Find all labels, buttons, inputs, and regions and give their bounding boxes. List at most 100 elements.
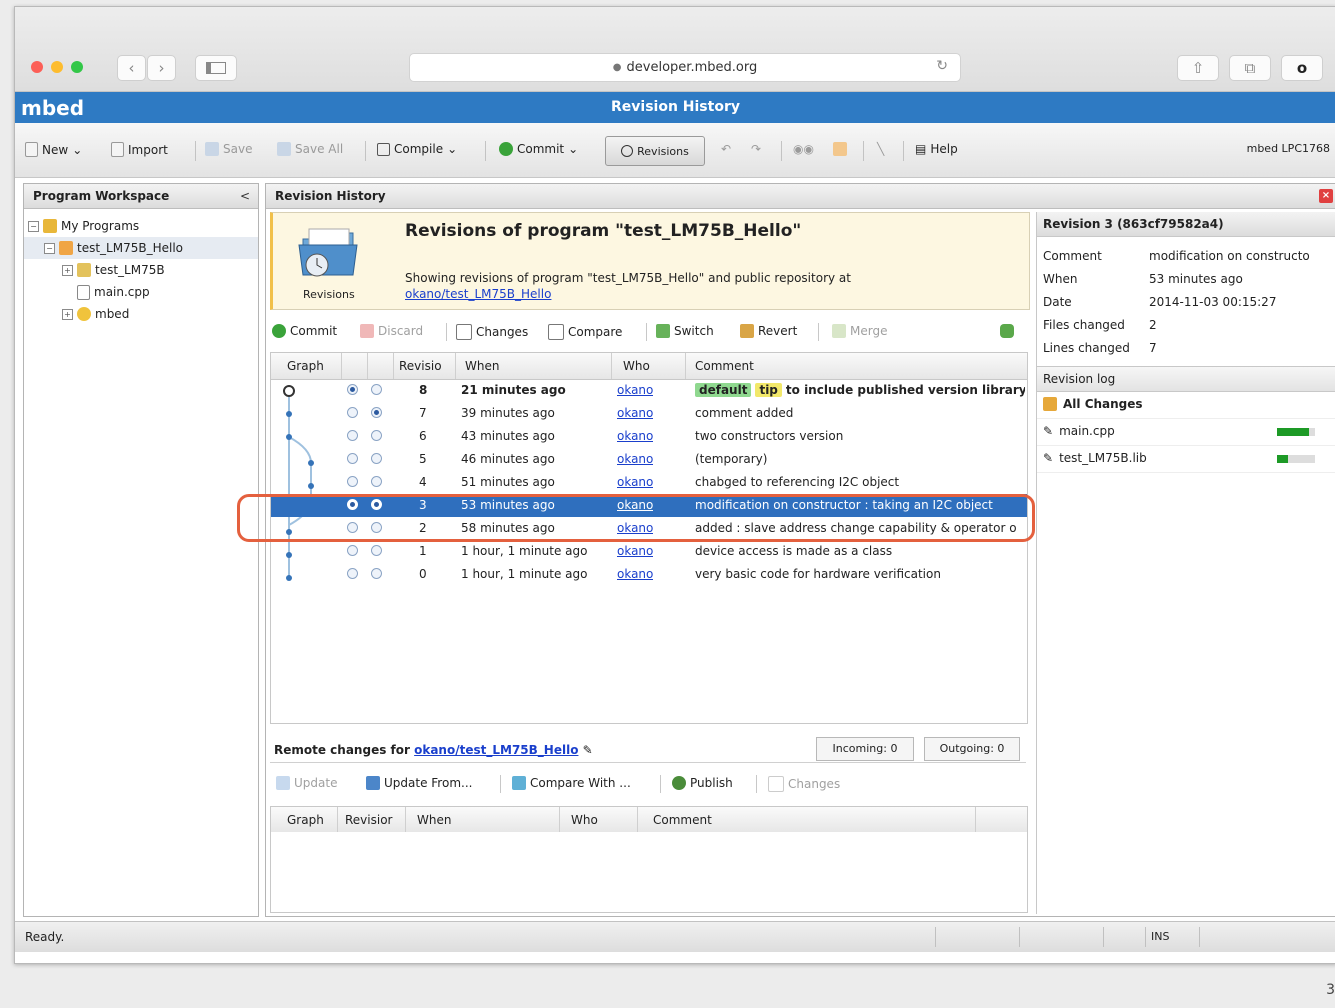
remote-repository-link[interactable]: okano/test_LM75B_Hello (414, 743, 578, 757)
new-button[interactable]: New ⌄ (25, 142, 82, 157)
redo-button[interactable]: ↷ (751, 142, 761, 156)
compare-radio-a[interactable] (347, 384, 358, 395)
forward-button[interactable]: › (147, 55, 176, 81)
column-revision[interactable]: Revisio (399, 359, 442, 373)
compare-with-button[interactable]: Compare With ... (512, 776, 631, 790)
collapse-workspace-button[interactable]: < (240, 184, 250, 208)
compare-radio-a[interactable] (347, 476, 358, 487)
back-button[interactable]: ‹ (117, 55, 146, 81)
revision-author-link[interactable]: okano (617, 498, 653, 512)
revision-row[interactable]: 4 51 minutes ago okano chabged to referenci… (271, 471, 1027, 494)
revision-row[interactable]: 8 21 minutes ago okano default tip to include… (271, 379, 1027, 402)
tree-item-program[interactable]: − test_LM75B_Hello (24, 237, 258, 259)
remote-changes-button[interactable]: Changes (768, 776, 840, 792)
compare-radio-b[interactable] (371, 430, 382, 441)
save-all-button[interactable]: Save All (277, 142, 343, 156)
reload-icon[interactable]: ↻ (936, 58, 948, 74)
zoom-window-button[interactable] (71, 61, 83, 73)
column-comment[interactable]: Comment (695, 359, 754, 373)
compile-button[interactable]: Compile ⌄ (377, 142, 457, 156)
log-item-file[interactable]: ✎ test_LM75B.lib (1037, 446, 1335, 473)
revision-author-link[interactable]: okano (617, 567, 653, 581)
undo-button[interactable]: ↶ (721, 142, 731, 156)
log-item-all-changes[interactable]: All Changes (1037, 392, 1335, 419)
compare-button[interactable]: Compare (548, 324, 622, 340)
revision-author-link[interactable]: okano (617, 429, 653, 443)
commit-revision-button[interactable]: Commit (272, 324, 337, 338)
revision-row[interactable]: 7 39 minutes ago okano comment added (271, 402, 1027, 425)
remote-column-when[interactable]: When (417, 813, 451, 827)
revision-author-link[interactable]: okano (617, 475, 653, 489)
compare-radio-b[interactable] (371, 545, 382, 556)
tree-item-library[interactable]: + test_LM75B (24, 259, 258, 281)
remote-column-revision[interactable]: Revisior (345, 813, 392, 827)
commit-button[interactable]: Commit ⌄ (499, 142, 578, 156)
compare-radio-b[interactable] (371, 407, 382, 418)
tree-item-my-programs[interactable]: − My Programs (24, 215, 258, 237)
compare-radio-a[interactable] (347, 499, 358, 510)
compare-radio-a[interactable] (347, 568, 358, 579)
compare-radio-b[interactable] (371, 499, 382, 510)
column-when[interactable]: When (465, 359, 499, 373)
update-button[interactable]: Update (276, 776, 337, 790)
merge-button[interactable]: Merge (832, 324, 887, 338)
pencil-icon[interactable]: ✎ (583, 743, 593, 757)
remote-column-comment[interactable]: Comment (653, 813, 712, 827)
find-button[interactable]: ◉◉ (793, 142, 814, 156)
expand-icon[interactable]: + (62, 308, 73, 320)
format-button[interactable] (833, 142, 847, 156)
compare-radio-a[interactable] (347, 430, 358, 441)
repository-link[interactable]: okano/test_LM75B_Hello (405, 287, 551, 301)
revision-author-link[interactable]: okano (617, 544, 653, 558)
sidebar-toggle-button[interactable] (195, 55, 237, 81)
refresh-button[interactable] (1000, 324, 1014, 338)
revision-author-link[interactable]: okano (617, 383, 653, 397)
update-from-button[interactable]: Update From... (366, 776, 472, 790)
target-device[interactable]: mbed LPC1768 (1247, 142, 1330, 155)
discard-button[interactable]: Discard (360, 324, 423, 338)
tabs-button[interactable]: ⧉ (1229, 55, 1271, 81)
compare-radio-a[interactable] (347, 453, 358, 464)
share-button[interactable]: ⇧ (1177, 55, 1219, 81)
tree-item-file[interactable]: main.cpp (24, 281, 258, 303)
compare-radio-b[interactable] (371, 476, 382, 487)
close-window-button[interactable] (31, 61, 43, 73)
remote-column-who[interactable]: Who (571, 813, 598, 827)
changes-button[interactable]: Changes (456, 324, 528, 340)
revert-button[interactable]: Revert (740, 324, 797, 338)
close-panel-button[interactable]: × (1319, 189, 1333, 203)
expand-icon[interactable]: + (62, 264, 73, 276)
switch-button[interactable]: Switch (656, 324, 714, 338)
column-graph[interactable]: Graph (287, 359, 324, 373)
compare-radio-b[interactable] (371, 453, 382, 464)
compare-radio-a[interactable] (347, 407, 358, 418)
save-button[interactable]: Save (205, 142, 252, 156)
compare-radio-a[interactable] (347, 522, 358, 533)
revision-author-link[interactable]: okano (617, 406, 653, 420)
revision-author-link[interactable]: okano (617, 452, 653, 466)
revision-row[interactable]: 5 46 minutes ago okano (temporary) (271, 448, 1027, 471)
extension-button[interactable]: o (1281, 55, 1323, 81)
help-button[interactable]: ▤ Help (915, 142, 958, 156)
tools-button[interactable]: ╲ (877, 142, 884, 156)
revision-row[interactable]: 1 1 hour, 1 minute ago okano device access … (271, 540, 1027, 563)
collapse-icon[interactable]: − (28, 220, 39, 232)
revision-row[interactable]: 6 43 minutes ago okano two constructors ver… (271, 425, 1027, 448)
collapse-icon[interactable]: − (44, 242, 55, 254)
import-button[interactable]: Import (111, 142, 168, 157)
revisions-button[interactable]: Revisions (605, 136, 705, 166)
minimize-window-button[interactable] (51, 61, 63, 73)
remote-column-graph[interactable]: Graph (287, 813, 324, 827)
publish-button[interactable]: Publish (672, 776, 733, 790)
compare-radio-b[interactable] (371, 568, 382, 579)
log-item-file[interactable]: ✎ main.cpp (1037, 419, 1335, 446)
address-bar[interactable]: ● developer.mbed.org ↻ (409, 53, 961, 82)
revision-author-link[interactable]: okano (617, 521, 653, 535)
tree-item-mbed[interactable]: + mbed (24, 303, 258, 325)
revision-row[interactable]: 0 1 hour, 1 minute ago okano very basic cod… (271, 563, 1027, 586)
revision-row[interactable]: 3 53 minutes ago okano modification on cons… (271, 494, 1027, 517)
compare-radio-b[interactable] (371, 522, 382, 533)
revision-row[interactable]: 2 58 minutes ago okano added : slave addres… (271, 517, 1027, 540)
column-who[interactable]: Who (623, 359, 650, 373)
compare-radio-a[interactable] (347, 545, 358, 556)
